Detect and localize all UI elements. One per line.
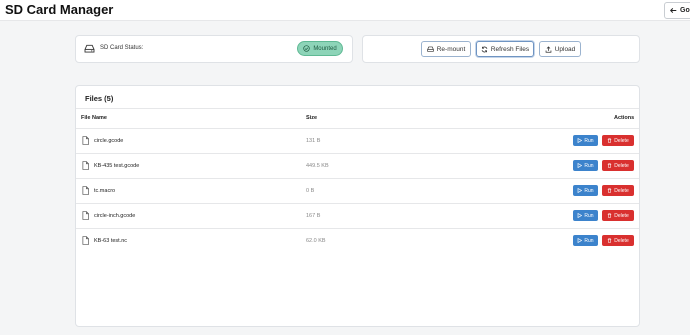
refresh-icon <box>481 46 488 52</box>
status-label: SD Card Status: <box>100 45 144 51</box>
refresh-files-button[interactable]: Refresh Files <box>476 41 534 57</box>
play-icon <box>578 163 583 168</box>
divider <box>76 228 639 229</box>
play-icon <box>578 188 583 193</box>
file-name: KB-63 test.nc <box>94 238 128 244</box>
run-button[interactable]: Run <box>573 235 598 246</box>
go-button-label: Go <box>680 7 690 14</box>
file-icon <box>82 236 89 245</box>
delete-button[interactable]: Delete <box>602 135 634 146</box>
file-name: KB-435 test.gcode <box>94 163 140 169</box>
refresh-files-button-label: Refresh Files <box>490 45 530 53</box>
trash-icon <box>608 138 612 143</box>
file-size: 167 B <box>306 213 321 219</box>
play-icon <box>578 213 583 218</box>
check-circle-icon <box>303 45 310 52</box>
remount-button[interactable]: Re-mount <box>421 41 471 57</box>
trash-icon <box>608 188 612 193</box>
file-icon <box>82 136 89 145</box>
file-size: 62.0 KB <box>306 238 326 244</box>
file-size: 0 B <box>306 188 315 194</box>
run-button-label: Run <box>584 212 594 219</box>
status-badge-label: Mounted <box>313 45 337 52</box>
column-header-size: Size <box>306 115 318 121</box>
delete-button[interactable]: Delete <box>602 160 634 171</box>
play-icon <box>578 138 583 143</box>
run-button[interactable]: Run <box>573 135 598 146</box>
delete-button-label: Delete <box>614 162 629 169</box>
remount-button-label: Re-mount <box>436 45 466 53</box>
drive-icon <box>84 44 95 53</box>
run-button-label: Run <box>584 162 594 169</box>
file-size: 131 B <box>306 138 321 144</box>
file-name: circle-inch.gcode <box>94 213 136 219</box>
arrow-left-icon <box>670 8 677 13</box>
delete-button-label: Delete <box>614 187 629 194</box>
file-name: tc.macro <box>94 188 116 194</box>
file-icon <box>82 211 89 220</box>
page-title: SD Card Manager <box>5 2 114 17</box>
run-button-label: Run <box>584 137 594 144</box>
delete-button[interactable]: Delete <box>602 235 634 246</box>
trash-icon <box>608 213 612 218</box>
delete-button[interactable]: Delete <box>602 210 634 221</box>
run-button[interactable]: Run <box>573 185 598 196</box>
file-icon <box>82 186 89 195</box>
upload-icon <box>545 45 552 53</box>
play-icon <box>578 238 583 243</box>
drive-icon <box>426 46 434 52</box>
files-card <box>75 85 640 327</box>
file-icon <box>82 161 89 170</box>
run-button-label: Run <box>584 187 594 194</box>
divider <box>76 153 639 154</box>
run-button-label: Run <box>584 237 594 244</box>
divider <box>76 178 639 179</box>
delete-button-label: Delete <box>614 137 629 144</box>
file-size: 449.5 KB <box>306 163 329 169</box>
status-badge: Mounted <box>297 41 343 56</box>
column-header-file-name: File Name <box>81 115 107 121</box>
column-header-actions: Actions <box>614 115 635 121</box>
file-name: circle.gcode <box>94 138 124 144</box>
divider <box>76 203 639 204</box>
trash-icon <box>608 163 612 168</box>
upload-button[interactable]: Upload <box>539 41 581 57</box>
divider <box>76 108 639 109</box>
run-button[interactable]: Run <box>573 210 598 221</box>
delete-button[interactable]: Delete <box>602 185 634 196</box>
files-title: Files (5) <box>85 94 114 103</box>
upload-button-label: Upload <box>554 45 576 53</box>
delete-button-label: Delete <box>614 212 629 219</box>
go-button[interactable]: Go <box>664 2 690 19</box>
divider <box>76 128 639 129</box>
trash-icon <box>608 238 612 243</box>
run-button[interactable]: Run <box>573 160 598 171</box>
delete-button-label: Delete <box>614 237 629 244</box>
